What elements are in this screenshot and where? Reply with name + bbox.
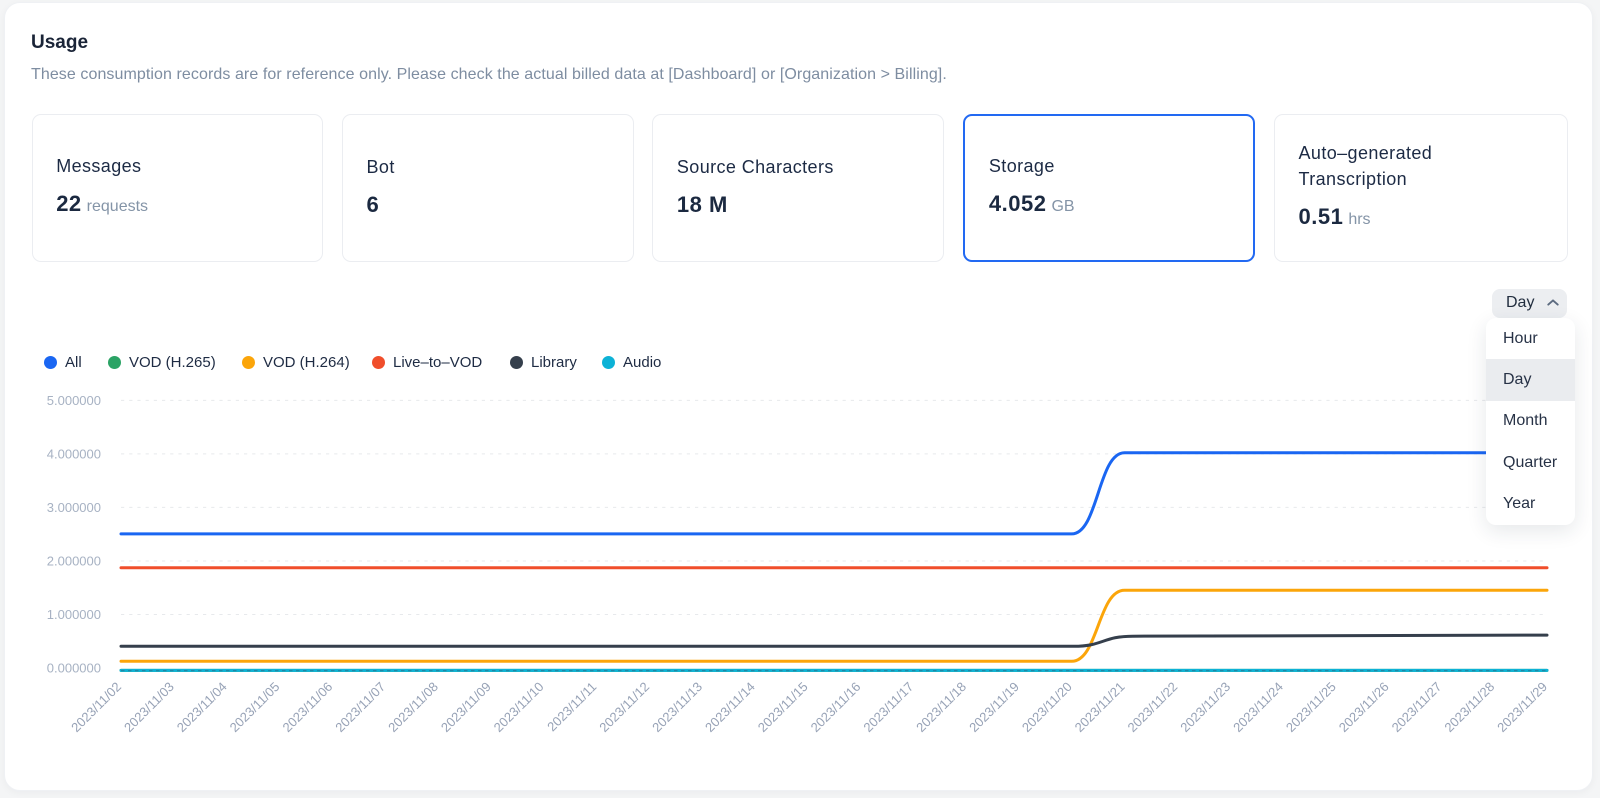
svg-text:2023/11/20: 2023/11/20 xyxy=(1019,679,1075,735)
svg-text:2023/11/02: 2023/11/02 xyxy=(68,679,124,735)
svg-text:2.000000: 2.000000 xyxy=(47,554,101,569)
svg-text:2023/11/27: 2023/11/27 xyxy=(1389,679,1445,735)
svg-text:0.000000: 0.000000 xyxy=(47,661,101,676)
svg-text:2023/11/19: 2023/11/19 xyxy=(966,679,1022,735)
svg-text:2023/11/22: 2023/11/22 xyxy=(1124,679,1180,735)
svg-text:3.000000: 3.000000 xyxy=(47,500,101,515)
svg-text:2023/11/13: 2023/11/13 xyxy=(649,679,705,735)
svg-text:5.000000: 5.000000 xyxy=(47,393,101,408)
svg-text:2023/11/28: 2023/11/28 xyxy=(1441,679,1497,735)
svg-text:2023/11/08: 2023/11/08 xyxy=(385,679,441,735)
svg-text:2023/11/21: 2023/11/21 xyxy=(1072,679,1128,735)
svg-text:2023/11/18: 2023/11/18 xyxy=(913,679,969,735)
svg-text:2023/11/26: 2023/11/26 xyxy=(1336,679,1392,735)
svg-text:2023/11/15: 2023/11/15 xyxy=(755,679,811,735)
svg-text:2023/11/14: 2023/11/14 xyxy=(702,679,758,735)
svg-text:2023/11/17: 2023/11/17 xyxy=(860,679,916,735)
svg-text:2023/11/10: 2023/11/10 xyxy=(491,679,547,735)
svg-text:2023/11/12: 2023/11/12 xyxy=(596,679,652,735)
svg-text:2023/11/11: 2023/11/11 xyxy=(544,679,599,734)
svg-text:2023/11/07: 2023/11/07 xyxy=(332,679,388,735)
svg-text:2023/11/09: 2023/11/09 xyxy=(438,679,494,735)
svg-text:4.000000: 4.000000 xyxy=(47,446,101,461)
svg-text:2023/11/24: 2023/11/24 xyxy=(1230,679,1286,735)
svg-text:2023/11/05: 2023/11/05 xyxy=(227,679,283,735)
svg-text:2023/11/04: 2023/11/04 xyxy=(174,679,230,735)
svg-text:2023/11/23: 2023/11/23 xyxy=(1177,679,1233,735)
svg-text:2023/11/03: 2023/11/03 xyxy=(121,679,177,735)
svg-text:2023/11/29: 2023/11/29 xyxy=(1494,679,1550,735)
svg-text:1.000000: 1.000000 xyxy=(47,607,101,622)
svg-text:2023/11/16: 2023/11/16 xyxy=(808,679,864,735)
svg-text:2023/11/06: 2023/11/06 xyxy=(279,679,335,735)
svg-text:2023/11/25: 2023/11/25 xyxy=(1283,679,1339,735)
